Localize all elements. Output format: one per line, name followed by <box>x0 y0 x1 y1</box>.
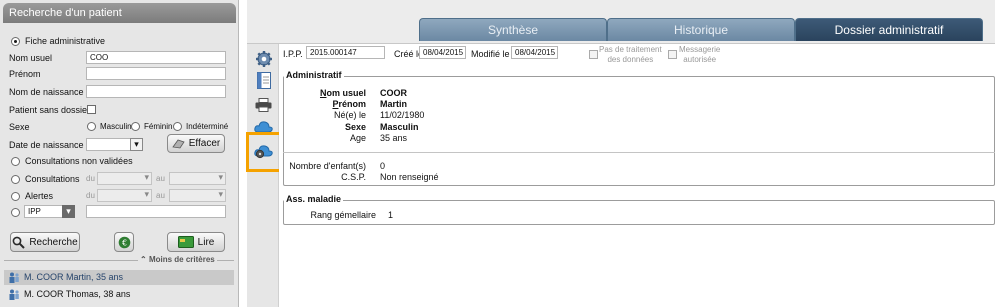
icon-toolbar <box>246 44 285 307</box>
eraser-icon <box>172 139 185 149</box>
modifie-label: Modifié le <box>471 49 510 59</box>
consult-du-select[interactable] <box>97 172 152 185</box>
euro-icon: € <box>118 236 130 248</box>
nom-usuel-key: Nom usuel <box>319 88 366 98</box>
sexe-feminin-label: Féminin <box>144 122 173 131</box>
prenom-label: Prénom <box>9 69 41 79</box>
consult-au-label: au <box>156 174 165 183</box>
effacer-label: Effacer <box>188 138 221 149</box>
cloud-settings-icon[interactable] <box>254 144 273 159</box>
sexe-indetermine-radio[interactable] <box>173 122 182 131</box>
sexe-value: Masculin <box>380 122 419 132</box>
consultations-radio[interactable] <box>11 175 20 184</box>
nom-usuel-value: COOR <box>380 88 407 98</box>
double-chevron-up-icon: ⌃ <box>140 255 147 264</box>
consultations-label: Consultations <box>25 174 80 184</box>
male-patient-icon <box>9 289 19 300</box>
age-key: Age <box>349 133 366 143</box>
divider <box>283 152 995 153</box>
lire-label: Lire <box>197 236 215 248</box>
search-panel: Recherche d'un patient Fiche administrat… <box>0 0 239 307</box>
enfants-key: Nombre d'enfant(s) <box>289 161 366 171</box>
prenom-input[interactable] <box>86 67 226 80</box>
ipp-input[interactable] <box>86 205 226 218</box>
ass-maladie-title: Ass. maladie <box>284 194 344 204</box>
alertes-du-label: du <box>86 191 95 200</box>
tab-dossier-administratif[interactable]: Dossier administratif <box>795 18 983 41</box>
consult-au-select[interactable] <box>169 172 226 185</box>
document-icon[interactable] <box>257 72 271 89</box>
ipp-field-label: I.P.P. <box>283 49 303 59</box>
age-value: 35 ans <box>380 133 408 143</box>
chevron-down-icon[interactable]: ▾ <box>62 205 75 218</box>
dossier-administratif-panel: I.P.P. 2015.000147 Créé le 08/04/2015 Mo… <box>279 44 995 307</box>
ipp-radio[interactable] <box>11 208 20 217</box>
tab-bar: Synthèse Historique Dossier administrati… <box>247 0 995 44</box>
result-item[interactable]: M. COOR Martin, 35 ans <box>4 270 234 285</box>
sexe-masculin-label: Masculin <box>100 122 132 131</box>
modifie-date-field[interactable]: 08/04/2015 <box>511 46 558 59</box>
nom-naissance-label: Nom de naissance <box>9 87 84 97</box>
result-item[interactable]: M. COOR Thomas, 38 ans <box>4 287 234 302</box>
gear-icon[interactable] <box>255 50 273 68</box>
effacer-button[interactable]: Effacer <box>167 134 225 153</box>
nom-usuel-input[interactable]: COO <box>86 51 226 64</box>
pas-traitement-label: Pas de traitement des données <box>599 45 662 64</box>
recherche-button[interactable]: Recherche <box>10 232 80 252</box>
ne-le-key: Né(e) le <box>333 110 366 120</box>
sexe-feminin-radio[interactable] <box>131 122 140 131</box>
search-icon <box>12 236 26 249</box>
enfants-value: 0 <box>380 161 386 171</box>
messagerie-label: Messagerie autorisée <box>679 45 721 64</box>
carte-vitale-button[interactable]: € <box>114 232 134 252</box>
rang-gemellaire-value: 1 <box>388 210 394 220</box>
date-naissance-label: Date de naissance <box>9 140 84 150</box>
chevron-down-icon[interactable]: ▾ <box>130 138 143 151</box>
messagerie-checkbox[interactable] <box>668 50 677 59</box>
sexe-label: Sexe <box>9 122 30 132</box>
cree-date-field[interactable]: 08/04/2015 <box>419 46 466 59</box>
svg-text:€: € <box>121 238 126 247</box>
rang-gemellaire-key: Rang gémellaire <box>310 210 376 220</box>
nom-naissance-input[interactable] <box>86 85 226 98</box>
csp-value: Non renseigné <box>380 172 439 182</box>
tab-historique[interactable]: Historique <box>607 18 795 41</box>
tab-synthese[interactable]: Synthèse <box>419 18 607 41</box>
card-reader-icon <box>177 236 194 248</box>
administratif-title: Administratif <box>284 70 344 80</box>
alertes-radio[interactable] <box>11 192 20 201</box>
moins-criteres-label: Moins de critères <box>148 255 215 264</box>
result-label: M. COOR Martin, 35 ans <box>24 272 124 282</box>
alertes-au-select[interactable] <box>169 189 226 202</box>
consult-du-label: du <box>86 174 95 183</box>
csp-key: C.S.P. <box>341 172 366 182</box>
search-panel-title: Recherche d'un patient <box>3 3 236 23</box>
nom-usuel-label: Nom usuel <box>9 53 53 63</box>
sexe-indetermine-label: Indéterminé <box>186 122 229 131</box>
alertes-label: Alertes <box>25 191 54 201</box>
sans-dossier-label: Patient sans dossier <box>9 105 91 115</box>
pas-traitement-checkbox[interactable] <box>589 50 598 59</box>
male-patient-icon <box>9 272 19 283</box>
result-label: M. COOR Thomas, 38 ans <box>24 289 131 299</box>
recherche-label: Recherche <box>29 236 78 248</box>
ipp-field[interactable]: 2015.000147 <box>306 46 385 59</box>
sexe-key: Sexe <box>344 122 366 132</box>
consult-non-validees-radio[interactable] <box>11 157 20 166</box>
prenom-value: Martin <box>380 99 407 109</box>
fiche-admin-radio[interactable] <box>11 37 20 46</box>
sexe-masculin-radio[interactable] <box>87 122 96 131</box>
prenom-key: Prénom <box>332 99 366 109</box>
fiche-admin-label: Fiche administrative <box>25 36 106 46</box>
sans-dossier-checkbox[interactable] <box>87 105 96 114</box>
moins-criteres-toggle[interactable]: ⌃ Moins de critères <box>138 255 217 264</box>
consult-non-validees-label: Consultations non validées <box>25 156 133 166</box>
ne-le-value: 11/02/1980 <box>380 110 425 120</box>
alertes-au-label: au <box>156 191 165 200</box>
printer-icon[interactable] <box>255 98 272 112</box>
lire-button[interactable]: Lire <box>167 232 225 252</box>
alertes-du-select[interactable] <box>97 189 152 202</box>
